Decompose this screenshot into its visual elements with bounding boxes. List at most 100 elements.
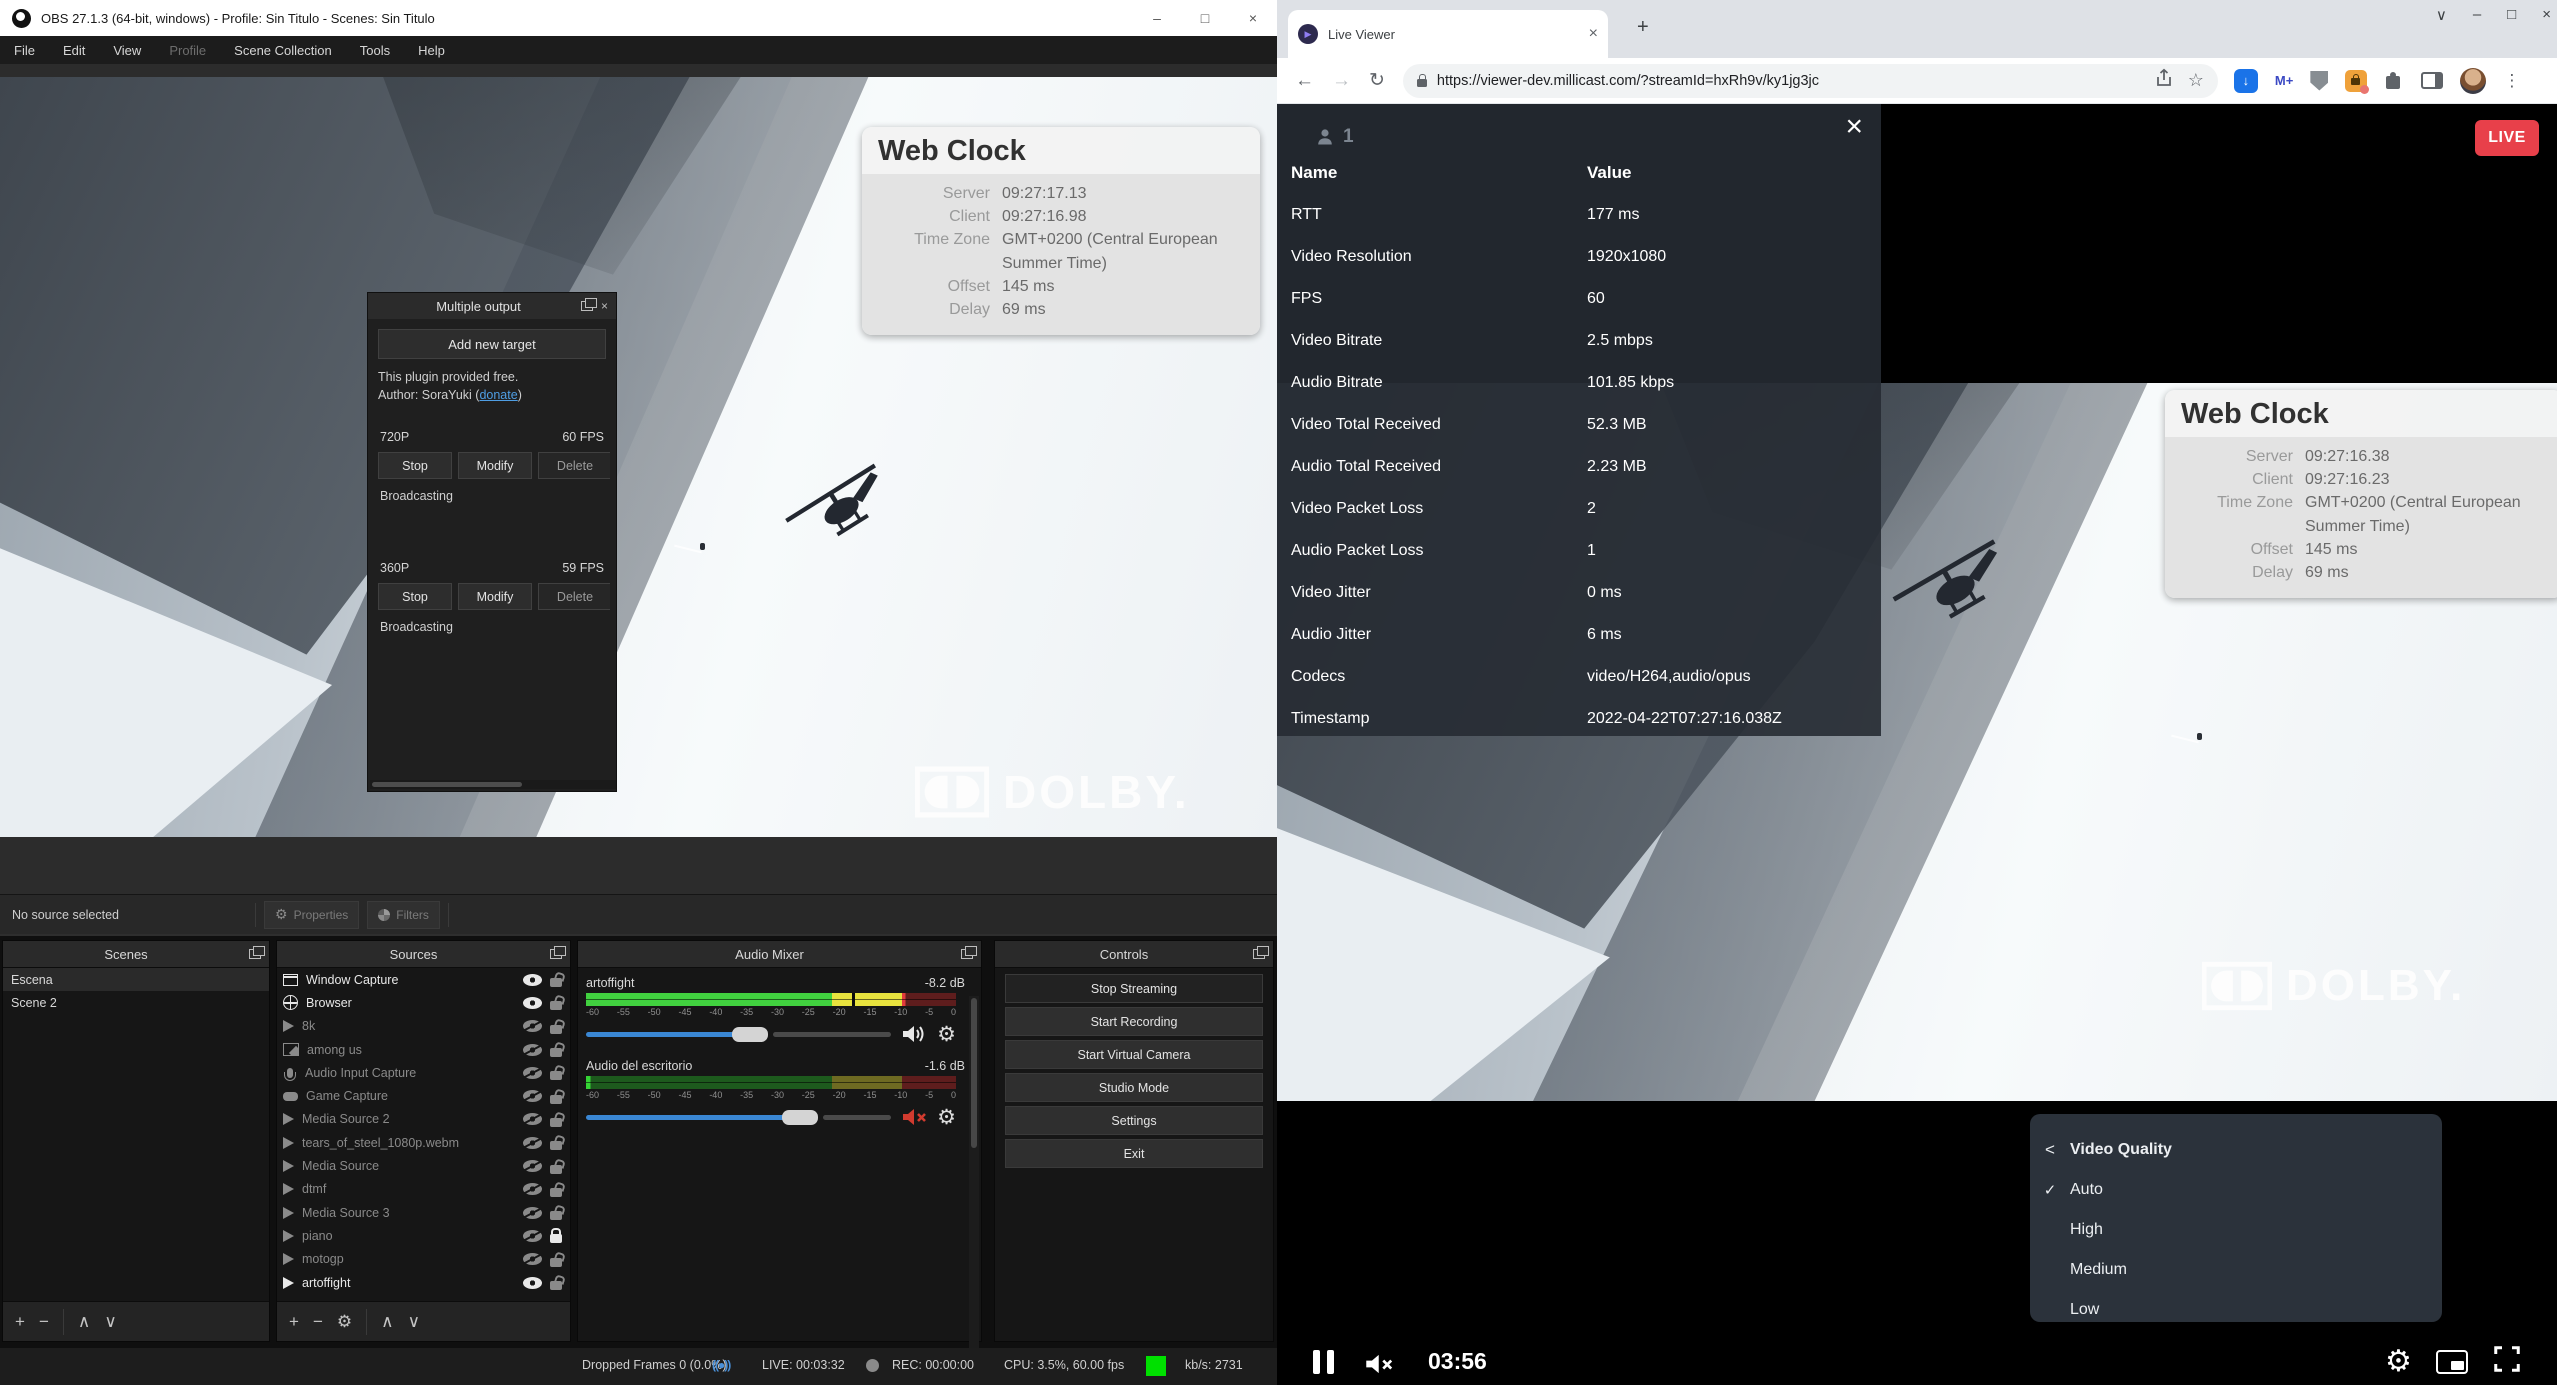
- stop-streaming-button[interactable]: Stop Streaming: [1005, 974, 1263, 1003]
- obs-maximize-button[interactable]: □: [1181, 0, 1229, 36]
- studio-mode-button[interactable]: Studio Mode: [1005, 1073, 1263, 1102]
- popout-icon[interactable]: [550, 949, 562, 959]
- chrome-menu-icon[interactable]: ⋮: [2503, 71, 2520, 91]
- lock-closed-icon[interactable]: [550, 1234, 562, 1243]
- source-row[interactable]: 8k: [277, 1015, 570, 1038]
- source-row[interactable]: artoffight: [277, 1271, 570, 1294]
- visibility-eye-off-icon[interactable]: [523, 1253, 542, 1265]
- chrome-minimize-button[interactable]: –: [2473, 6, 2481, 24]
- popout-icon[interactable]: [249, 949, 261, 959]
- lock-icon[interactable]: [550, 1141, 562, 1150]
- visibility-eye-off-icon[interactable]: [523, 1044, 542, 1056]
- shield-extension-icon[interactable]: [2310, 71, 2328, 91]
- visibility-eye-off-icon[interactable]: [523, 1230, 542, 1242]
- add-source-button[interactable]: +: [289, 1312, 299, 1332]
- close-icon[interactable]: ×: [601, 299, 608, 313]
- forward-button[interactable]: →: [1332, 70, 1351, 92]
- source-properties-button[interactable]: ⚙: [337, 1312, 352, 1332]
- horizontal-scrollbar[interactable]: [370, 780, 616, 789]
- add-scene-button[interactable]: +: [15, 1312, 25, 1332]
- menu-tools[interactable]: Tools: [360, 43, 390, 58]
- lock-icon[interactable]: [550, 978, 562, 987]
- slider-handle[interactable]: [732, 1027, 768, 1042]
- browser-tab[interactable]: ▶ Live Viewer ×: [1288, 10, 1608, 58]
- visibility-eye-icon[interactable]: [523, 1277, 542, 1289]
- modify-button[interactable]: Modify: [458, 583, 532, 610]
- player-mute-icon[interactable]: [1364, 1351, 1398, 1373]
- quality-option-medium[interactable]: Medium: [2030, 1250, 2442, 1290]
- obs-video-canvas[interactable]: DOLBY. Web Clock Server09:27:17.13 Clien…: [0, 77, 1277, 837]
- lock-icon[interactable]: [550, 1025, 562, 1034]
- menu-profile[interactable]: Profile: [169, 43, 206, 58]
- popout-icon[interactable]: [581, 301, 593, 311]
- chrome-profile-chevron-icon[interactable]: ∨: [2436, 6, 2447, 24]
- source-row[interactable]: tears_of_steel_1080p.webm: [277, 1131, 570, 1154]
- ssl-lock-icon[interactable]: [1417, 79, 1427, 87]
- back-button[interactable]: ←: [1295, 70, 1314, 92]
- stop-button[interactable]: Stop: [378, 452, 452, 479]
- remove-source-button[interactable]: −: [313, 1312, 323, 1332]
- picture-in-picture-icon[interactable]: [2436, 1350, 2468, 1374]
- stats-close-icon[interactable]: ×: [1845, 110, 1863, 144]
- multiple-output-titlebar[interactable]: Multiple output ×: [368, 293, 616, 319]
- url-text[interactable]: https://viewer-dev.millicast.com/?stream…: [1437, 73, 2140, 89]
- popout-icon[interactable]: [1253, 949, 1265, 959]
- visibility-eye-off-icon[interactable]: [523, 1207, 542, 1219]
- quality-option-auto[interactable]: ✓ Auto: [2030, 1170, 2442, 1210]
- bookmark-star-icon[interactable]: ☆: [2188, 70, 2204, 91]
- volume-slider[interactable]: [586, 1115, 891, 1120]
- visibility-eye-off-icon[interactable]: [523, 1160, 542, 1172]
- address-bar[interactable]: https://viewer-dev.millicast.com/?stream…: [1403, 64, 2218, 98]
- source-row[interactable]: dtmf: [277, 1178, 570, 1201]
- filters-button[interactable]: Filters: [367, 901, 440, 929]
- start-recording-button[interactable]: Start Recording: [1005, 1007, 1263, 1036]
- pause-button[interactable]: [1313, 1350, 1334, 1374]
- quality-option-low[interactable]: Low: [2030, 1290, 2442, 1330]
- scrollbar-thumb[interactable]: [372, 782, 522, 787]
- menu-help[interactable]: Help: [418, 43, 445, 58]
- quality-menu-header[interactable]: < Video Quality: [2030, 1130, 2442, 1170]
- gear-icon[interactable]: ⚙: [937, 1107, 956, 1128]
- source-row[interactable]: Browser: [277, 991, 570, 1014]
- speaker-muted-icon[interactable]: [901, 1106, 927, 1128]
- move-source-down-button[interactable]: ∨: [408, 1312, 420, 1332]
- lock-icon[interactable]: [550, 1118, 562, 1127]
- mixer-scrollbar[interactable]: [969, 996, 979, 1366]
- reload-button[interactable]: ↻: [1369, 69, 1385, 92]
- chrome-maximize-button[interactable]: □: [2507, 6, 2516, 24]
- start-virtual-camera-button[interactable]: Start Virtual Camera: [1005, 1040, 1263, 1069]
- extensions-puzzle-icon[interactable]: [2384, 71, 2404, 91]
- speaker-icon[interactable]: [901, 1023, 927, 1045]
- lock-icon[interactable]: [550, 1095, 562, 1104]
- modify-button[interactable]: Modify: [458, 452, 532, 479]
- mplus-extension-icon[interactable]: M+: [2275, 73, 2293, 88]
- exit-button[interactable]: Exit: [1005, 1139, 1263, 1168]
- menu-view[interactable]: View: [113, 43, 141, 58]
- properties-button[interactable]: ⚙ Properties: [264, 901, 359, 929]
- delete-button[interactable]: Delete: [538, 452, 610, 479]
- obs-close-button[interactable]: ×: [1229, 0, 1277, 36]
- visibility-eye-off-icon[interactable]: [523, 1183, 542, 1195]
- tab-close-icon[interactable]: ×: [1589, 25, 1598, 43]
- password-extension-icon[interactable]: [2345, 70, 2367, 92]
- popout-icon[interactable]: [961, 949, 973, 959]
- menu-edit[interactable]: Edit: [63, 43, 85, 58]
- source-row[interactable]: Audio Input Capture: [277, 1061, 570, 1084]
- player-settings-gear-icon[interactable]: ⚙: [2385, 1347, 2412, 1377]
- lock-icon[interactable]: [550, 1281, 562, 1290]
- add-new-target-button[interactable]: Add new target: [378, 329, 606, 359]
- lock-icon[interactable]: [550, 1258, 562, 1267]
- lock-icon[interactable]: [550, 1188, 562, 1197]
- scrollbar-thumb[interactable]: [971, 998, 977, 1148]
- visibility-eye-off-icon[interactable]: [523, 1137, 542, 1149]
- move-source-up-button[interactable]: ∧: [381, 1312, 393, 1332]
- quality-option-high[interactable]: High: [2030, 1210, 2442, 1250]
- gear-icon[interactable]: ⚙: [937, 1024, 956, 1045]
- new-tab-button[interactable]: +: [1637, 16, 1649, 39]
- donate-link[interactable]: donate: [479, 388, 517, 402]
- visibility-eye-off-icon[interactable]: [523, 1020, 542, 1032]
- visibility-eye-icon[interactable]: [523, 997, 542, 1009]
- remove-scene-button[interactable]: −: [39, 1312, 49, 1332]
- source-row[interactable]: Media Source 3: [277, 1201, 570, 1224]
- share-icon[interactable]: [2154, 68, 2174, 93]
